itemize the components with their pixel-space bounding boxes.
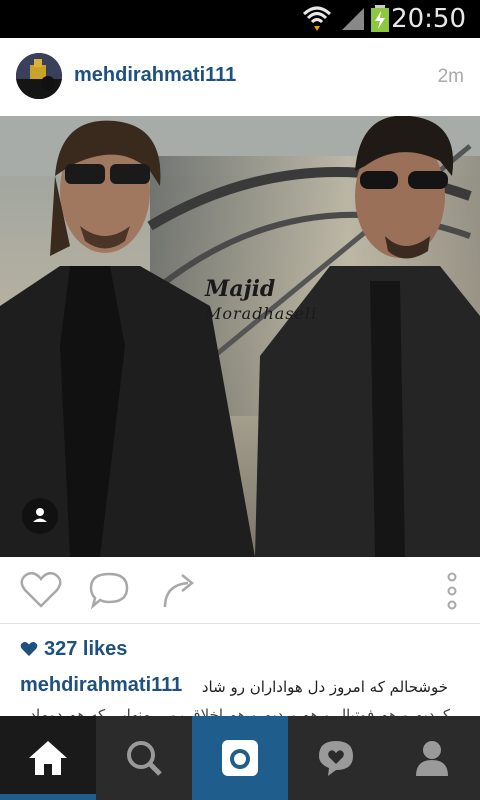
likes-label: 327 likes (44, 638, 128, 660)
caption-text-line2: کردیم و هم فوتبال و هم بردیم و هم اخلاق … (29, 706, 450, 716)
share-arrow-icon[interactable] (160, 571, 200, 609)
caption-text: خوشحالم که امروز دل هواداران رو شاد (201, 678, 448, 696)
search-icon (127, 741, 162, 776)
nav-home-active-indicator (0, 794, 96, 800)
post-username[interactable]: mehdirahmati111 (74, 64, 236, 87)
post-header: mehdirahmati111 2m (0, 38, 480, 116)
photo-watermark-line1: Majid (205, 276, 276, 302)
nav-search[interactable] (96, 716, 192, 800)
activity-heart-bubble-icon (319, 741, 353, 776)
person-icon (33, 508, 47, 522)
bottom-navigation (0, 716, 480, 800)
status-bar: 20:50 (0, 0, 480, 38)
caption-username[interactable]: mehdirahmati111 (20, 674, 182, 697)
photo-watermark-line2: Moradhaseli (205, 304, 318, 323)
home-icon (29, 741, 67, 775)
nav-activity[interactable] (288, 716, 384, 800)
clock: 20:50 (391, 4, 466, 34)
like-heart-icon[interactable] (20, 571, 62, 609)
battery-charging-icon (371, 5, 389, 32)
nav-profile[interactable] (384, 716, 480, 800)
signal-icon (342, 8, 364, 30)
likes-heart-icon (20, 642, 38, 656)
post-actions (0, 557, 480, 624)
avatar[interactable] (16, 53, 62, 99)
profile-person-icon (416, 741, 448, 776)
post-photo[interactable]: Majid Moradhaseli (0, 116, 480, 557)
post-caption: mehdirahmati111 خوشحالم که امروز دل هواد… (20, 672, 470, 716)
wifi-icon (302, 6, 332, 31)
comment-bubble-icon[interactable] (88, 571, 130, 611)
more-options-icon[interactable] (444, 571, 460, 611)
likes-count[interactable]: 327 likes (20, 638, 127, 661)
nav-camera[interactable] (192, 716, 288, 800)
tagged-people-button[interactable] (22, 498, 58, 534)
nav-home[interactable] (0, 716, 96, 800)
post-timestamp: 2m (437, 66, 464, 87)
camera-icon (222, 740, 258, 776)
